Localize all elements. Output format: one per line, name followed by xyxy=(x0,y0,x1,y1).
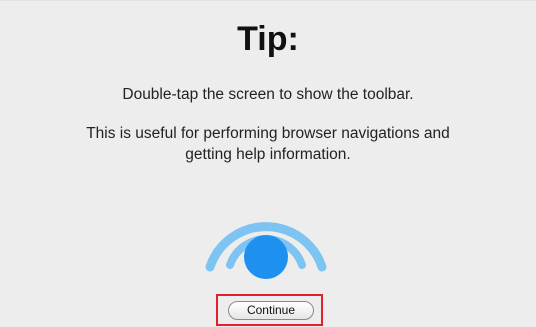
tip-message-secondary-line1: This is useful for performing browser na… xyxy=(86,125,450,142)
dialog-title: Tip: xyxy=(237,20,299,58)
double-tap-icon xyxy=(205,222,327,279)
tip-message-secondary: This is useful for performing browser na… xyxy=(0,123,536,165)
continue-button[interactable]: Continue xyxy=(228,301,314,320)
tap-dot xyxy=(244,235,288,279)
tip-message-primary: Double-tap the screen to show the toolba… xyxy=(122,86,414,103)
tip-message-secondary-line2: getting help information. xyxy=(185,146,351,163)
tip-dialog: Tip: Double-tap the screen to show the t… xyxy=(0,0,536,327)
